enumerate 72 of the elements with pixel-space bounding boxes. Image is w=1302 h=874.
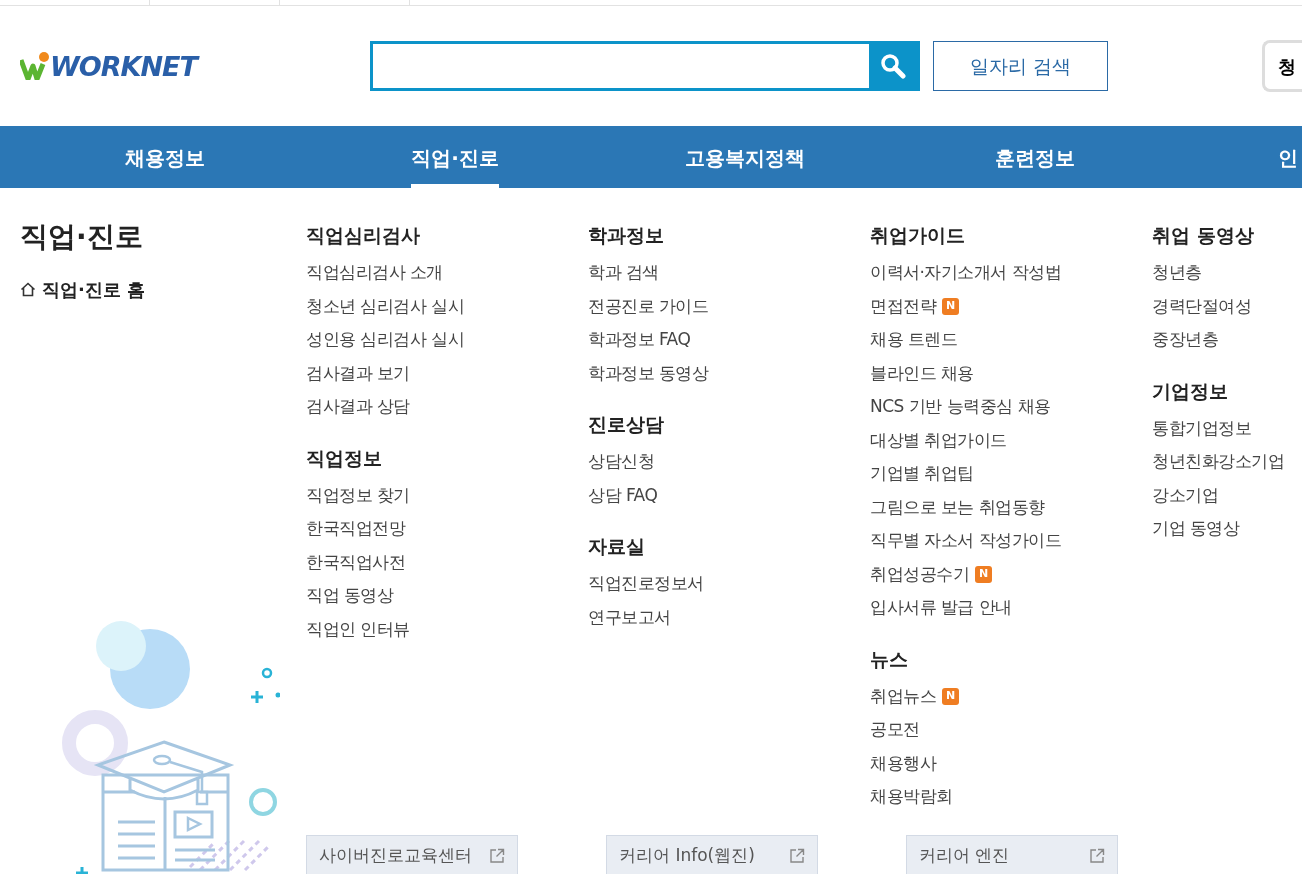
external-link[interactable]: 커리어 Info(웹진) [606,834,818,874]
menu-link[interactable]: 직업진로정보서 [588,571,704,597]
menu-link[interactable]: 통합기업정보 [1152,415,1251,441]
menu-link[interactable]: 이력서·자기소개서 작성법 [870,260,1062,286]
external-link[interactable]: 커리어 엔진 [906,834,1118,874]
menu-link[interactable]: 청년친화강소기업 [1152,449,1284,475]
new-badge: N [942,687,959,705]
menu-link[interactable]: 한국직업사전 [306,549,405,575]
menu-link[interactable]: 연구보고서 [588,604,671,630]
menu-link[interactable]: 취업뉴스 [870,683,936,709]
menu-heading: 진로상담 [588,412,665,437]
menu-link[interactable]: 청소년 심리검사 실시 [306,293,465,319]
menu-heading: 학과정보 [588,223,665,248]
menu-link[interactable]: 입사서류 발급 안내 [870,595,1012,621]
menu-link[interactable]: 채용박람회 [870,784,953,810]
menu-link[interactable]: 블라인드 채용 [870,360,974,386]
menu-link[interactable]: 기업 동영상 [1152,516,1240,542]
nav-tab[interactable]: 훈련정보 [995,126,1075,188]
menu-link[interactable]: NCS 기반 능력중심 채용 [870,394,1051,420]
menu-link[interactable]: 검사결과 보기 [306,360,410,386]
menu-link[interactable]: 청년층 [1152,260,1202,286]
new-badge: N [942,297,959,315]
menu-link[interactable]: 검사결과 상담 [306,394,410,420]
nav-tab[interactable]: 인 [1278,126,1298,188]
menu-link[interactable]: 학과정보 FAQ [588,327,691,353]
menu-link[interactable]: 직업인 인터뷰 [306,616,410,642]
menu-link[interactable]: 학과 검색 [588,260,659,286]
menu-link[interactable]: 그림으로 보는 취업동향 [870,494,1045,520]
search-icon [880,53,906,79]
menu-link[interactable]: 직업심리검사 소개 [306,260,443,286]
menu-link[interactable]: 학과정보 동영상 [588,360,709,386]
menu-link[interactable]: 경력단절여성 [1152,293,1251,319]
menu-heading: 취업가이드 [870,223,966,248]
menu-link[interactable]: 채용행사 [870,750,936,776]
section-title: 직업·진로 [20,220,144,254]
external-link-icon [1089,847,1105,864]
side-button[interactable]: 청 [1262,40,1302,92]
menu-link[interactable]: 상담 FAQ [588,482,658,508]
menu-link[interactable]: 전공진로 가이드 [588,293,709,319]
menu-link[interactable]: 직무별 자소서 작성가이드 [870,528,1062,554]
external-link-icon [489,847,505,864]
menu-link[interactable]: 직업정보 찾기 [306,482,410,508]
new-badge: N [975,565,992,583]
menu-link[interactable]: 한국직업전망 [306,516,405,542]
menu-link[interactable]: 상담신청 [588,449,654,475]
menu-link[interactable]: 중장년층 [1152,327,1218,353]
menu-link[interactable]: 공모전 [870,717,920,743]
logo-mark-icon [20,52,50,80]
menu-heading: 뉴스 [870,646,909,672]
menu-heading: 취업 동영상 [1152,223,1255,248]
search-button[interactable] [869,44,917,88]
nav-tab[interactable]: 고용복지정책 [685,126,805,188]
menu-heading: 자료실 [588,534,646,559]
external-link-icon [789,847,805,864]
nav-tab[interactable]: 직업·진로 [411,126,499,188]
menu-link[interactable]: 취업성공수기 [870,561,969,587]
menu-link[interactable]: 직업 동영상 [306,583,394,609]
menu-link[interactable]: 성인용 심리검사 실시 [306,327,465,353]
menu-link[interactable]: 대상별 취업가이드 [870,427,1007,453]
home-link[interactable]: 직업·진로 홈 [20,275,306,303]
external-link[interactable]: 사이버진로교육센터 [306,834,518,874]
job-search-button[interactable]: 일자리 검색 [933,41,1108,91]
menu-link[interactable]: 채용 트렌드 [870,327,958,353]
menu-heading: 기업정보 [1152,378,1229,404]
menu-link[interactable]: 강소기업 [1152,482,1218,508]
menu-heading: 직업정보 [306,445,383,471]
menu-link[interactable]: 면접전략 [870,293,936,319]
menu-heading: 직업심리검사 [306,223,421,248]
home-icon [20,281,36,297]
nav-tab[interactable]: 채용정보 [125,126,205,188]
search-field[interactable] [370,41,920,91]
menu-link[interactable]: 기업별 취업팁 [870,461,974,487]
